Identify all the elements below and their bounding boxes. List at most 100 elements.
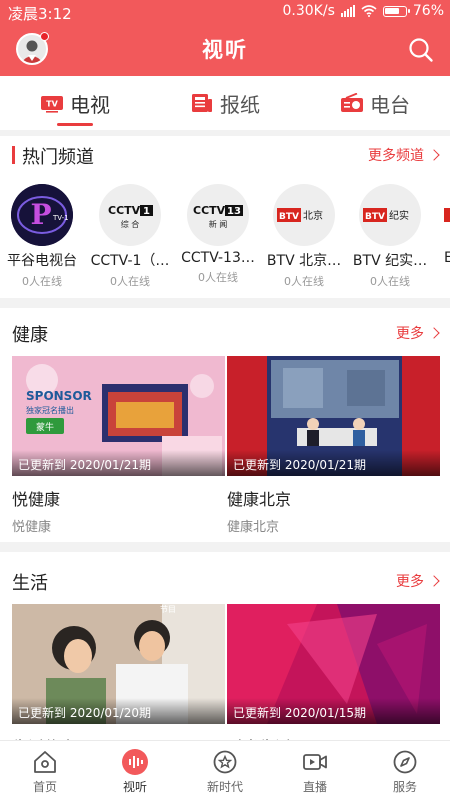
channel-logo-partial [432,184,450,246]
program-subtitle: 悦健康 [12,520,52,535]
svg-text:综 合: 综 合 [121,219,140,229]
tab-tv-label: 电视 [70,92,110,117]
nav-service-label: 服务 [392,780,417,794]
nav-live-label: 直播 [302,780,327,794]
nav-home-label: 首页 [32,780,57,794]
health-more-label: 更多 [396,326,424,342]
channel-online-count: 0人在线 [198,271,238,284]
nav-home[interactable]: 首页 [0,741,90,800]
program-thumbnail: 已更新到 2020/01/21期 [227,356,440,476]
chevron-right-icon [428,327,440,339]
svg-text:CCTV: CCTV [108,204,141,217]
channel-logo-cctv1: CCTV 1 综 合 [99,184,161,246]
channel-item[interactable]: CCTV 1 综 合 CCTV-1（… 0人在线 [86,182,174,289]
program-card[interactable]: 已更新到 2020/01/21期 健康北京 健康北京 [227,356,440,535]
channel-online-count: 0人在线 [370,275,410,288]
nav-new-era-label: 新时代 [206,780,243,794]
program-card[interactable]: 已更新到 2020/01/15期 时尚生活 [227,604,440,758]
channel-name: CCTV-13… [181,250,255,266]
nav-new-era[interactable]: 新时代 [180,741,270,800]
channel-item[interactable]: BTV 纪实 BTV 纪实… 0人在线 [346,182,434,289]
chevron-right-icon [428,575,440,587]
health-more-link[interactable]: 更多 [396,323,440,343]
update-caption: 已更新到 2020/01/20期 [12,698,225,724]
tab-tv[interactable]: TV 电视 [0,76,150,130]
svg-text:1: 1 [143,206,150,217]
program-title: 悦健康 [12,490,61,509]
channel-item[interactable]: P TV-1 平谷电视台 0人在线 [0,182,86,289]
svg-text:节目: 节目 [160,605,176,614]
health-header: 健康 更多 [0,314,450,350]
hot-channels-header: 热门频道 更多频道 [0,136,450,172]
star-badge-icon [213,750,237,774]
channel-name: 平谷电视台 [7,253,77,269]
svg-text:蒙牛: 蒙牛 [36,421,54,433]
more-channels-link[interactable]: 更多频道 [368,145,440,165]
svg-text:TV: TV [46,100,58,109]
svg-text:P: P [30,198,51,231]
program-card[interactable]: SPONSOR 独家冠名播出 蒙牛 已更新到 2020/01/21期 悦健康 悦… [12,356,225,535]
program-card[interactable]: 节目 已更新到 2020/01/20期 生活传真 [12,604,225,758]
svg-text:BTV: BTV [279,212,299,222]
status-right: 0.30K/s 76% [283,3,445,19]
divider [0,542,450,552]
channel-name: CCTV-1（… [90,253,170,269]
channel-logo-cctv13: CCTV 13 新 闻 [187,184,249,246]
divider [0,298,450,308]
svg-text:北京: 北京 [303,209,323,222]
program-title: 健康北京 [227,490,292,509]
svg-text:新 闻: 新 闻 [209,219,228,229]
program-thumbnail: 已更新到 2020/01/15期 [227,604,440,724]
channel-item[interactable]: E [432,182,450,266]
svg-text:CCTV: CCTV [193,204,226,217]
update-caption: 已更新到 2020/01/15期 [227,698,440,724]
hot-channels-title: 热门频道 [22,147,94,168]
program-thumbnail: SPONSOR 独家冠名播出 蒙牛 已更新到 2020/01/21期 [12,356,225,476]
network-speed: 0.30K/s [282,3,335,19]
update-caption: 已更新到 2020/01/21期 [12,450,225,476]
tab-active-indicator [57,123,93,126]
app-root: 凌晨3:12 0.30K/s 76% 视听 TV 电视 报纸 电台 热门频道 更… [0,0,450,800]
search-icon[interactable] [408,37,434,63]
channel-name: BTV 北京… [266,253,342,269]
battery-icon [382,5,410,17]
home-icon [34,751,56,773]
channel-online-count: 0人在线 [22,275,62,288]
channel-logo-pinggu: P TV-1 [11,184,73,246]
channel-name: E [444,250,450,266]
wifi-icon [361,5,377,17]
tab-newspaper[interactable]: 报纸 [150,76,300,130]
svg-text:TV-1: TV-1 [52,214,69,222]
top-bar: 凌晨3:12 0.30K/s 76% 视听 [0,0,450,76]
program-subtitle: 健康北京 [227,520,280,535]
tab-newspaper-label: 报纸 [220,92,260,117]
channel-logo-btv-documentary: BTV 纪实 [359,184,421,246]
radio-icon [340,92,364,113]
more-channels-label: 更多频道 [368,148,424,164]
channel-name: BTV 纪实… [352,253,428,269]
battery-fill [384,7,399,14]
health-title: 健康 [12,325,48,346]
program-thumbnail: 节目 已更新到 2020/01/20期 [12,604,225,724]
nav-audiovisual[interactable]: 视听 [90,741,180,800]
channel-item[interactable]: BTV 北京 BTV 北京… 0人在线 [260,182,348,289]
nav-live[interactable]: 直播 [270,741,360,800]
section-marker [12,146,15,164]
channel-online-count: 0人在线 [110,275,150,288]
life-more-link[interactable]: 更多 [396,571,440,591]
status-time: 凌晨3:12 [8,5,72,23]
channel-item[interactable]: CCTV 13 新 闻 CCTV-13… 0人在线 [174,182,262,285]
nav-service[interactable]: 服务 [360,741,450,800]
nav-audiovisual-label: 视听 [122,780,147,794]
video-camera-icon [303,754,327,770]
chevron-right-icon [428,149,440,161]
update-caption: 已更新到 2020/01/21期 [227,450,440,476]
tab-radio[interactable]: 电台 [300,76,450,130]
channel-logo-btv-beijing: BTV 北京 [273,184,335,246]
media-tabs: TV 电视 报纸 电台 [0,76,450,130]
battery-percent: 76% [412,3,444,19]
audio-wave-icon [122,749,148,775]
compass-icon [393,750,417,774]
svg-text:独家冠名播出: 独家冠名播出 [26,405,74,415]
svg-text:13: 13 [227,206,241,217]
